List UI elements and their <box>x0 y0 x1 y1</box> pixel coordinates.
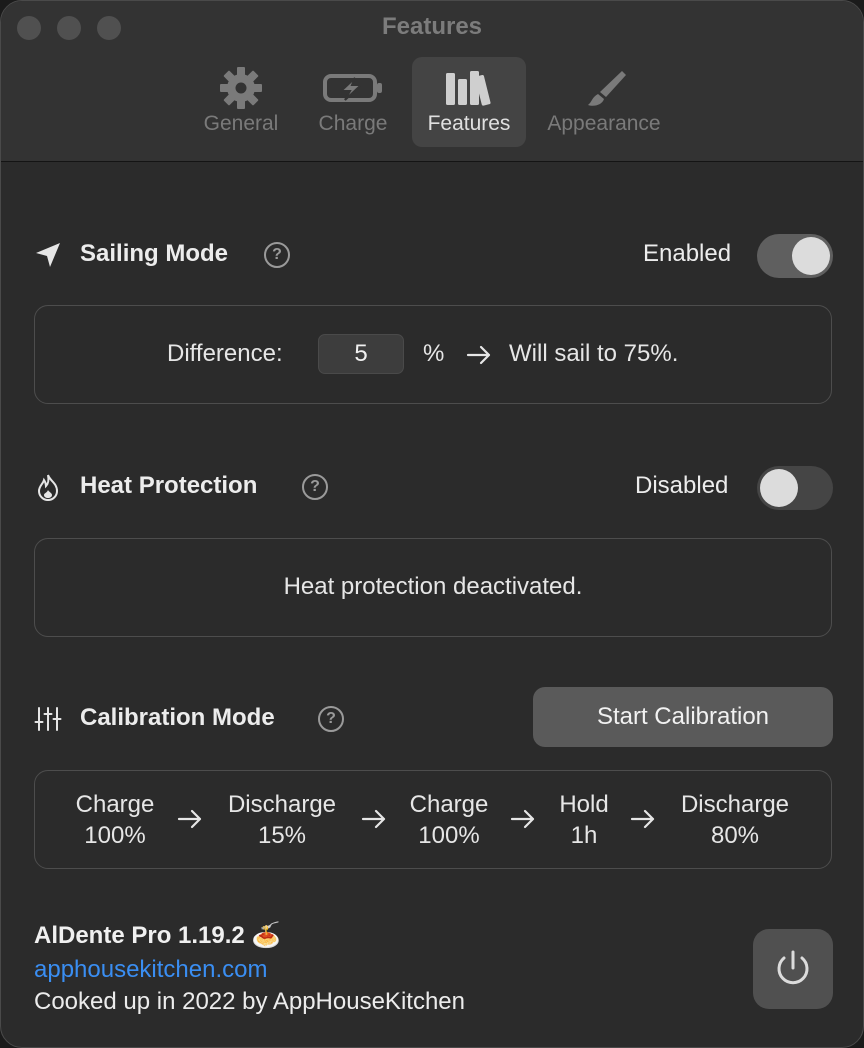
tab-general-label: General <box>203 112 279 135</box>
toggle-knob <box>792 237 830 275</box>
calibration-step: Discharge 80% <box>665 789 805 851</box>
difference-label: Difference: <box>167 340 283 367</box>
sail-result-text: Will sail to 75%. <box>509 340 679 367</box>
sailing-mode-panel: Difference: 5 % Will sail to 75%. <box>34 305 832 404</box>
flame-icon <box>37 474 59 502</box>
heat-protection-title: Heat Protection <box>80 472 258 499</box>
paper-plane-icon <box>36 243 60 267</box>
gear-icon <box>220 67 262 109</box>
quit-button[interactable] <box>753 929 833 1009</box>
arrow-right-icon <box>361 809 386 829</box>
toggle-knob <box>760 469 798 507</box>
step-value: 15% <box>257 822 307 849</box>
step-action: Charge <box>409 791 489 818</box>
arrow-right-icon <box>510 809 535 829</box>
sailing-help-icon[interactable]: ? <box>264 242 290 268</box>
calibration-step: Discharge 15% <box>212 789 352 851</box>
sailing-mode-header: Sailing Mode ? Enabled <box>33 230 833 280</box>
start-calibration-button[interactable]: Start Calibration <box>533 687 833 747</box>
sailing-mode-title: Sailing Mode <box>80 240 229 267</box>
step-action: Hold <box>559 791 609 818</box>
calibration-mode-title: Calibration Mode <box>80 704 275 731</box>
arrow-right-icon <box>466 345 491 365</box>
paintbrush-icon <box>588 71 626 106</box>
heat-protection-header: Heat Protection ? Disabled <box>33 462 833 512</box>
calibration-mode-header: Calibration Mode ? Start Calibration <box>33 687 833 747</box>
calibration-help-icon[interactable]: ? <box>318 706 344 732</box>
books-icon <box>446 71 491 106</box>
step-action: Discharge <box>680 791 790 818</box>
website-link[interactable]: apphousekitchen.com <box>34 956 267 984</box>
step-value: 100% <box>84 822 146 849</box>
sliders-icon <box>34 707 62 731</box>
arrow-right-icon <box>630 809 655 829</box>
tab-features-label: Features <box>427 112 511 135</box>
tab-appearance[interactable]: Appearance <box>534 57 674 147</box>
app-version: AlDente Pro 1.19.2 🍝 <box>34 922 282 949</box>
battery-charge-icon <box>323 74 382 102</box>
tab-general[interactable]: General <box>187 57 295 147</box>
tab-charge[interactable]: Charge <box>303 57 403 147</box>
window-title: Features <box>381 13 483 40</box>
calibration-steps-panel: Charge 100% Discharge 15% Charge 100% Ho… <box>34 770 832 869</box>
preferences-window: Features General Charge Features Appeara… <box>0 0 864 1048</box>
step-action: Charge <box>75 791 155 818</box>
heat-state-label: Disabled <box>635 472 729 499</box>
percent-unit: % <box>423 340 445 367</box>
step-action: Discharge <box>227 791 337 818</box>
credit-text: Cooked up in 2022 by AppHouseKitchen <box>34 988 465 1015</box>
step-value: 80% <box>710 822 760 849</box>
difference-input[interactable]: 5 <box>318 334 404 374</box>
heat-help-icon[interactable]: ? <box>302 474 328 500</box>
calibration-step: Charge 100% <box>55 789 175 851</box>
heat-protection-toggle[interactable] <box>757 466 833 510</box>
sailing-mode-toggle[interactable] <box>757 234 833 278</box>
calibration-step: Hold 1h <box>543 789 625 851</box>
arrow-right-icon <box>177 809 202 829</box>
heat-protection-panel: Heat protection deactivated. <box>34 538 832 637</box>
tab-appearance-label: Appearance <box>547 112 661 135</box>
tab-features[interactable]: Features <box>412 57 526 147</box>
step-value: 100% <box>418 822 480 849</box>
calibration-step: Charge 100% <box>389 789 509 851</box>
step-value: 1h <box>570 822 598 849</box>
sailing-state-label: Enabled <box>643 240 732 267</box>
heat-protection-message: Heat protection deactivated. <box>283 573 583 600</box>
toolbar: Features General Charge Features Appeara… <box>1 1 863 162</box>
power-icon <box>777 950 809 985</box>
tab-charge-label: Charge <box>318 112 388 135</box>
